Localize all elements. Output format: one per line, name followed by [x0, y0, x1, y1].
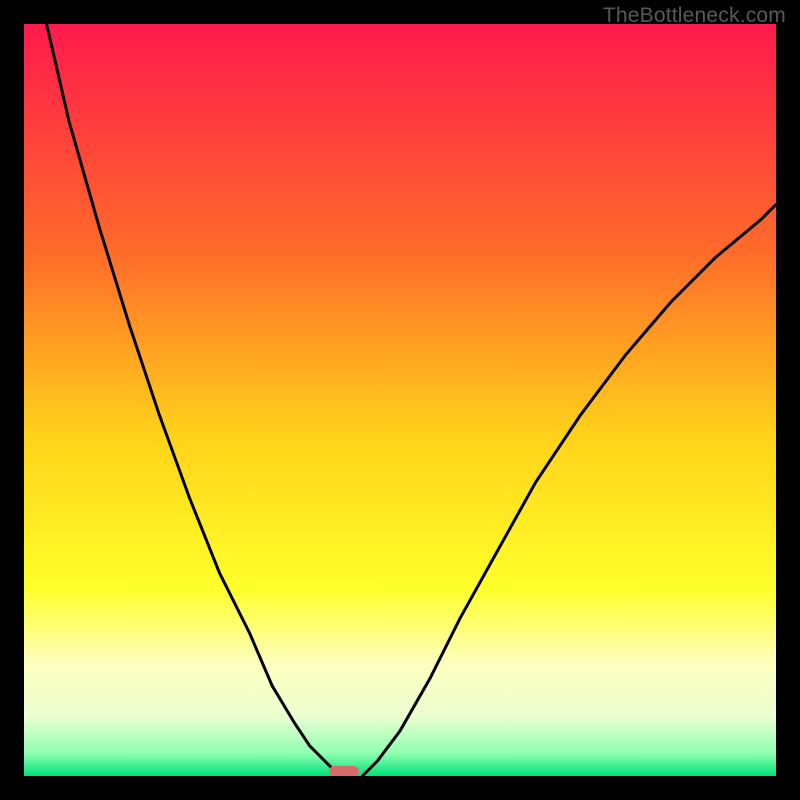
watermark-text: TheBottleneck.com	[603, 4, 786, 28]
plot-area	[24, 24, 776, 776]
chart-frame: TheBottleneck.com	[0, 0, 800, 800]
optimal-marker	[329, 766, 359, 776]
background-gradient	[24, 24, 776, 776]
